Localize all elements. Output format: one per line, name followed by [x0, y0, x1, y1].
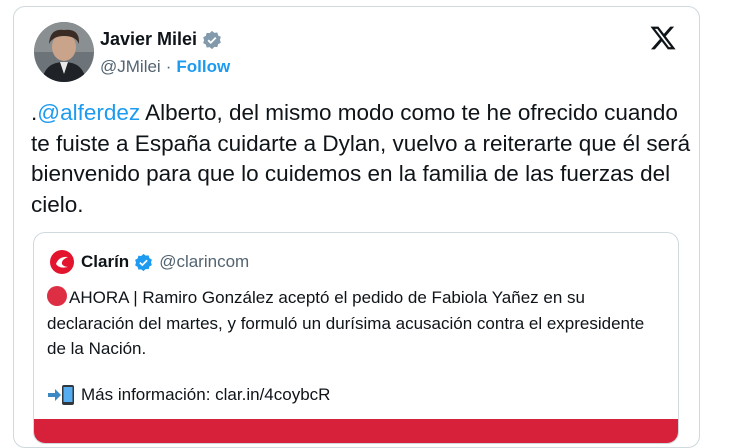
follow-button[interactable]: Follow [176, 57, 230, 77]
quote-author-handle[interactable]: @clarincom [159, 252, 249, 272]
verified-badge-icon [203, 30, 221, 49]
clarin-logo-icon [50, 250, 74, 274]
x-logo-icon[interactable] [649, 24, 677, 52]
red-circle-icon [47, 286, 67, 306]
author-name[interactable]: Javier Milei [100, 29, 197, 50]
quote-text: AHORA | Ramiro González aceptó el pedido… [47, 285, 657, 362]
author-handle[interactable]: @JMilei [100, 57, 161, 77]
author-handle-row: @JMilei · Follow [100, 57, 230, 77]
avatar[interactable] [34, 22, 94, 82]
quote-header: Clarín @clarincom [49, 249, 249, 275]
author-name-row: Javier Milei [100, 29, 222, 50]
separator-dot: · [165, 57, 172, 76]
quote-body: AHORA | Ramiro González aceptó el pedido… [47, 288, 645, 358]
quote-author-name[interactable]: Clarín [81, 252, 129, 272]
quote-more-info: Más información: clar.in/4coybcR [47, 384, 330, 406]
quoted-tweet[interactable]: Clarín @clarincom AHORA | Ramiro Gonzále… [33, 232, 679, 444]
mobile-phone-arrow-icon [48, 385, 74, 405]
quote-media-preview[interactable] [34, 419, 678, 443]
mention-link[interactable]: @alferdez [37, 100, 140, 125]
more-info-text[interactable]: Más información: clar.in/4coybcR [81, 385, 330, 405]
tweet-text: .@alferdez Alberto, del mismo modo como … [31, 98, 691, 220]
verified-badge-icon [135, 253, 153, 271]
